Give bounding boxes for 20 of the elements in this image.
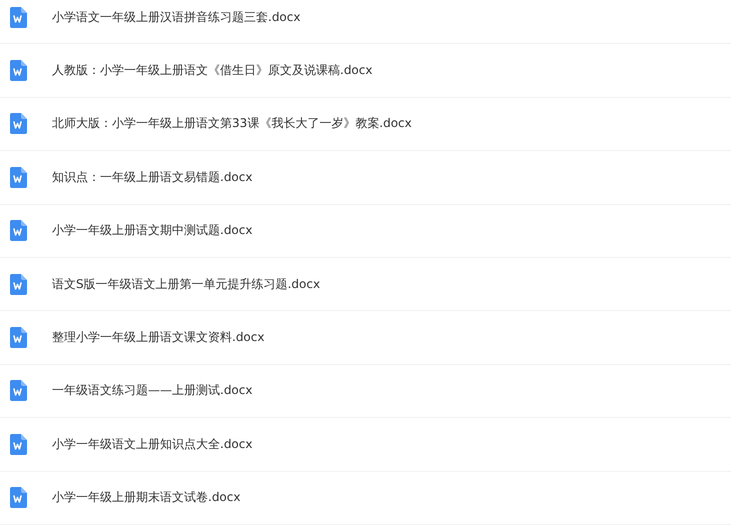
word-document-icon [10,220,27,242]
word-document-icon [10,274,27,295]
file-link[interactable]: 人教版：小学一年级上册语文《借生日》原文及说课稿.docx [52,62,372,80]
file-link[interactable]: 北师大版：小学一年级上册语文第33课《我长大了一岁》教案.docx [52,115,412,132]
word-document-icon [10,434,27,455]
word-document-icon [10,380,27,402]
file-link[interactable]: 语文S版一年级语文上册第一单元提升练习题.docx [52,276,320,293]
file-link[interactable]: 小学语文一年级上册汉语拼音练习题三套.docx [52,8,300,26]
word-document-icon [10,166,27,188]
file-link[interactable]: 小学一年级上册语文期中测试题.docx [52,222,252,240]
file-link[interactable]: 整理小学一年级上册语文课文资料.docx [52,329,264,346]
word-document-icon [10,113,27,134]
word-document-icon [10,487,27,508]
file-link[interactable]: 知识点：一年级上册语文易错题.docx [52,168,252,186]
word-document-icon [10,60,27,82]
word-document-icon [10,6,27,28]
file-link[interactable]: 小学一年级语文上册知识点大全.docx [52,436,252,453]
file-link[interactable]: 小学一年级上册期末语文试卷.docx [52,489,240,506]
file-link[interactable]: 一年级语文练习题——上册测试.docx [52,382,252,400]
word-document-icon [10,327,27,348]
